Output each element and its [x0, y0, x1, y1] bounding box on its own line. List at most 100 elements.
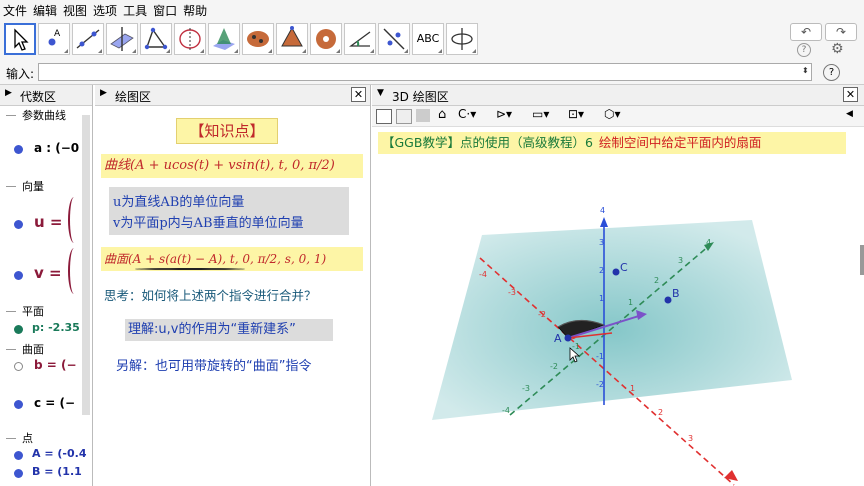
angle-tool-button[interactable] — [344, 23, 376, 55]
algebra-item-v[interactable]: v = — [34, 264, 62, 282]
visibility-dot[interactable] — [14, 220, 23, 229]
pyramid-tool-button[interactable] — [276, 23, 308, 55]
question-text[interactable]: 思考：如何将上述两个指令进行合并？ — [104, 285, 317, 304]
collapse-triangle-icon[interactable]: ▼ — [377, 88, 384, 98]
menu-options[interactable]: 选项 — [90, 0, 120, 19]
help-icon[interactable]: ? — [797, 43, 811, 57]
move-tool-icon — [14, 28, 29, 51]
input-field[interactable] — [38, 63, 812, 81]
point-tool-button[interactable]: A — [38, 23, 70, 55]
visibility-dot[interactable] — [14, 400, 23, 409]
menu-window[interactable]: 窗口 — [150, 0, 180, 19]
category-vector[interactable]: 向量 — [22, 178, 44, 194]
svg-text:A: A — [54, 29, 61, 39]
input-help-icon[interactable]: ? — [823, 64, 840, 81]
input-label: 输入: — [6, 67, 35, 81]
circle-tool-button[interactable] — [174, 23, 206, 55]
rotate-view-tool-button[interactable] — [446, 23, 478, 55]
g3d-title: 3D 绘图区 — [392, 90, 449, 104]
algebra-scrollbar[interactable] — [82, 115, 90, 415]
z-tick-label: 4 — [600, 206, 605, 215]
text-tool-button[interactable]: ABC — [412, 23, 444, 55]
uv-note-box[interactable]: u为直线AB的单位向量 v为平面p内与AB垂直的单位向量 — [109, 187, 349, 235]
clipping-icon[interactable]: ⊡▾ — [568, 107, 584, 121]
category-param-curve[interactable]: 参数曲线 — [22, 107, 66, 123]
graphics-title: 绘图区 — [115, 90, 152, 104]
category-point[interactable]: 点 — [22, 430, 33, 446]
knowledge-heading[interactable]: 【知识点】 — [176, 118, 278, 144]
menu-edit[interactable]: 编辑 — [30, 0, 60, 19]
menu-file[interactable]: 文件 — [0, 0, 30, 19]
menu-view[interactable]: 视图 — [60, 0, 90, 19]
polygon-tool-button[interactable] — [140, 23, 172, 55]
algebra-item-c[interactable]: c = (− — [34, 396, 75, 410]
collapse-triangle-icon[interactable]: ▶ — [5, 88, 12, 98]
undo-button[interactable]: ↶ — [790, 23, 822, 41]
grid-toggle-icon[interactable] — [396, 109, 412, 124]
close-icon[interactable]: ✕ — [351, 87, 366, 102]
visibility-dot[interactable] — [14, 271, 23, 280]
intersect-tool-button[interactable] — [208, 23, 240, 55]
collapse-triangle-icon[interactable]: ▶ — [100, 88, 107, 98]
curve-command-text[interactable]: 曲线(A + ucos(t) + vsin(t), t, 0, π/2) — [101, 154, 363, 178]
algebra-item-A[interactable]: A = (-0.4 — [32, 447, 86, 460]
close-icon[interactable]: ✕ — [843, 87, 858, 102]
algebra-item-a[interactable]: a : (−0 — [34, 141, 79, 155]
projection-icon[interactable]: ⬡▾ — [604, 107, 621, 121]
plane-p[interactable] — [432, 220, 792, 420]
style-bar-toggle-icon[interactable]: ◀ — [846, 109, 853, 119]
resize-handle[interactable] — [860, 245, 864, 275]
line-tool-button[interactable] — [72, 23, 104, 55]
visibility-dot[interactable] — [14, 469, 23, 478]
plane-tool-button[interactable] — [242, 23, 274, 55]
y-tick-label: 4 — [706, 238, 711, 247]
category-surface[interactable]: 曲面 — [22, 341, 44, 357]
algebra-item-u[interactable]: u = — [34, 213, 62, 231]
y-tick-label: -1 — [572, 342, 580, 351]
z-tick-label: -1 — [596, 352, 604, 361]
algebra-item-b[interactable]: b = (− — [34, 358, 77, 372]
algebra-view: ▶ 代数区 参数曲线 a : (−0 向量 u = v = 平面 p: -2.3… — [0, 85, 93, 486]
home-icon[interactable]: ⌂ — [438, 107, 446, 122]
title-banner[interactable]: 【GGB教学】点的使用（高级教程）6 绘制空间中给定平面内的扇面 — [378, 132, 846, 154]
algebra-item-p[interactable]: p: -2.35 — [32, 321, 80, 334]
perpendicular-tool-button[interactable] — [106, 23, 138, 55]
g3d-style-bar: ⌂ C·▾ ⊳▾ ▭▾ ⊡▾ ⬡▾ ◀ — [372, 106, 864, 127]
z-tick-label: 2 — [599, 266, 604, 275]
input-history-icon[interactable]: ⬍ — [802, 66, 809, 75]
axes-toggle-icon[interactable] — [376, 109, 392, 124]
answer1-text[interactable]: 理解:u,v的作用为“重新建系” — [125, 319, 333, 341]
visibility-dot[interactable] — [14, 451, 23, 460]
visibility-dot[interactable] — [14, 362, 23, 371]
rotate-icon[interactable]: C·▾ — [458, 107, 476, 121]
underline-mark — [135, 268, 245, 270]
menu-tools[interactable]: 工具 — [120, 0, 150, 19]
point-A-label: A — [554, 332, 562, 345]
x-tick-label: 3 — [688, 434, 693, 443]
visibility-dot[interactable] — [14, 145, 23, 154]
graphics-view: ▶ 绘图区 ✕ 【知识点】 曲线(A + ucos(t) + vsin(t), … — [95, 85, 371, 486]
move-tool-button[interactable] — [4, 23, 36, 55]
menu-help[interactable]: 帮助 — [180, 0, 210, 19]
view-direction-icon[interactable]: ▭▾ — [532, 107, 549, 121]
gear-icon[interactable]: ⚙ — [831, 41, 844, 57]
algebra-item-B[interactable]: B = (1.1 — [32, 465, 82, 478]
y-tick-label: 2 — [654, 276, 659, 285]
graphics-header: ▶ 绘图区 ✕ — [95, 85, 370, 106]
note-u: u为直线AB的单位向量 — [113, 195, 245, 210]
point-B[interactable] — [664, 296, 672, 304]
plane-toggle-icon[interactable] — [416, 109, 430, 122]
point-C[interactable] — [612, 268, 620, 276]
category-plane[interactable]: 平面 — [22, 303, 44, 319]
point-A[interactable] — [564, 334, 572, 342]
g3d-canvas[interactable]: 4 3 2 1 -1 -2 -4 -3 -2 -1 1 2 3 4 -4 -3 … — [372, 165, 864, 486]
sphere-tool-button[interactable] — [310, 23, 342, 55]
menu-bar: 文件 编辑 视图 选项 工具 窗口 帮助 — [0, 0, 864, 20]
answer2-text[interactable]: 另解：也可用带旋转的“曲面”指令 — [116, 355, 311, 374]
redo-button[interactable]: ↷ — [825, 23, 857, 41]
reflect-tool-button[interactable] — [378, 23, 410, 55]
visibility-dot[interactable] — [14, 325, 23, 334]
play-icon[interactable]: ⊳▾ — [496, 107, 512, 121]
algebra-title: 代数区 — [20, 90, 57, 104]
x-tick-label: -4 — [479, 270, 487, 279]
